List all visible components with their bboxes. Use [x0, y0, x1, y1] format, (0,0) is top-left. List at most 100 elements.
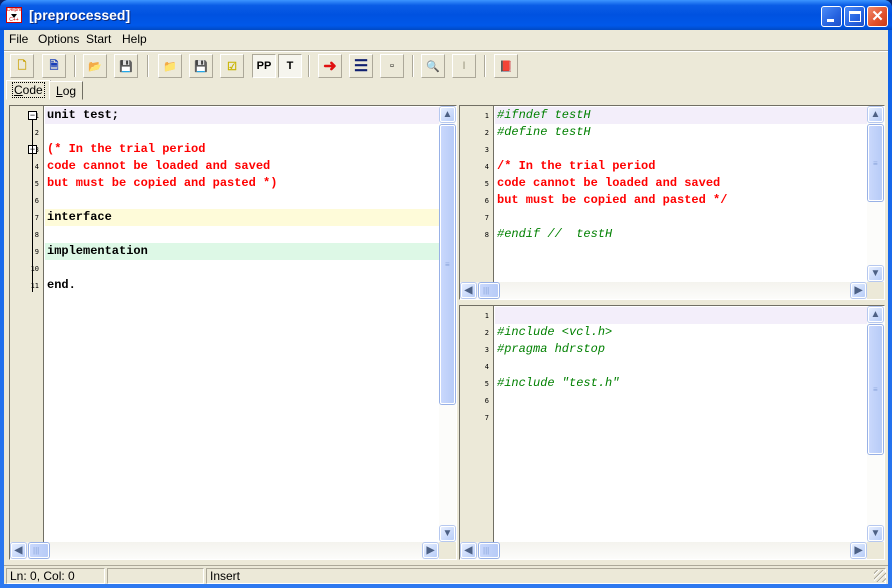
code-line[interactable]: /* In the trial period — [495, 158, 867, 175]
run-button[interactable]: ➜ — [318, 54, 342, 78]
pp-toggle-button[interactable]: PP — [252, 54, 276, 78]
tab-log[interactable]: Log — [49, 81, 84, 100]
vertical-scrollbar[interactable]: ▲ ≡ ▼ — [867, 106, 884, 282]
code-line[interactable] — [495, 358, 867, 375]
code-line[interactable] — [495, 141, 867, 158]
scroll-up-button[interactable]: ▲ — [868, 307, 883, 322]
code-line[interactable]: #pragma hdrstop — [495, 341, 867, 358]
save-button[interactable]: 💾 — [189, 54, 213, 78]
code-line[interactable]: but must be copied and pasted */ — [495, 192, 867, 209]
new-button[interactable]: 🗋 — [10, 54, 34, 78]
close-button[interactable]: ✕ — [867, 6, 888, 27]
code-line[interactable] — [45, 192, 439, 209]
code-line[interactable] — [45, 260, 439, 277]
chevron-right-icon: ▶ — [854, 285, 863, 296]
code-area[interactable]: #include <vcl.h> #pragma hdrstop #include … — [495, 306, 867, 542]
pascal-editor[interactable]: 1234567891011−− unit test;(* In the tria… — [9, 105, 457, 560]
minimize-button[interactable] — [821, 6, 842, 27]
vertical-scrollbar[interactable]: ▲ ≡ ▼ — [439, 106, 456, 542]
grip-icon: ||| — [483, 546, 490, 555]
menu-start[interactable]: Start — [86, 32, 111, 46]
menu-help[interactable]: Help — [122, 32, 147, 46]
grip-icon: ||| — [33, 546, 40, 555]
code-line[interactable] — [495, 209, 867, 226]
code-area[interactable]: unit test; (* In the trial period code can… — [45, 106, 439, 542]
help-button[interactable]: 📕 — [494, 54, 518, 78]
scroll-up-button[interactable]: ▲ — [440, 107, 455, 122]
code-line[interactable]: unit test; — [45, 107, 439, 124]
header-editor[interactable]: 1 2 3 4 5 6 7 8 #ifndef testH #define testH /* In… — [459, 105, 885, 300]
t-toggle-button[interactable]: T — [278, 54, 302, 78]
vertical-scroll-thumb[interactable]: ≡ — [440, 125, 455, 404]
menu-bar: File Options Start Help — [4, 30, 888, 49]
code-line[interactable] — [495, 392, 867, 409]
save-icon: 💾 — [194, 60, 208, 73]
horizontal-scroll-thumb[interactable]: ||| — [479, 283, 499, 298]
open-button[interactable]: 📂 — [83, 54, 107, 78]
new-from-template-button[interactable]: 🗎 — [42, 54, 66, 78]
code-area[interactable]: #ifndef testH #define testH /* In the tria… — [495, 106, 867, 282]
fold-toggle-icon[interactable]: − — [28, 111, 37, 120]
code-line[interactable]: code cannot be loaded and saved — [45, 158, 439, 175]
small-square-button[interactable]: ▫ — [380, 54, 404, 78]
tab-code[interactable]: Code — [6, 80, 51, 100]
code-line[interactable]: #define testH — [495, 124, 867, 141]
scroll-left-button[interactable]: ◀ — [11, 543, 26, 558]
line-number-gutter: 1 2 3 4 5 6 7 8 — [460, 106, 494, 299]
check-button[interactable]: ☑ — [220, 54, 244, 78]
code-line[interactable]: interface — [45, 209, 439, 226]
line-number: 4 — [34, 163, 39, 171]
scroll-down-button[interactable]: ▼ — [440, 526, 455, 541]
code-line[interactable] — [495, 307, 867, 324]
vertical-scroll-thumb[interactable]: ≡ — [868, 125, 883, 201]
scroll-up-button[interactable]: ▲ — [868, 107, 883, 122]
open-project-button[interactable]: 📁 — [158, 54, 182, 78]
scroll-down-button[interactable]: ▼ — [868, 526, 883, 541]
code-line[interactable]: #include "test.h" — [495, 375, 867, 392]
list-button[interactable]: ☰ — [349, 54, 373, 78]
code-line[interactable]: #endif // testH — [495, 226, 867, 243]
run-arrow-icon: ➜ — [323, 58, 337, 75]
preview-button[interactable]: 🔍 — [421, 54, 445, 78]
scroll-left-button[interactable]: ◀ — [461, 283, 476, 298]
line-number: 6 — [484, 397, 489, 405]
code-line[interactable] — [495, 409, 867, 426]
scroll-right-button[interactable]: ▶ — [851, 283, 866, 298]
code-line[interactable]: implementation — [45, 243, 439, 260]
chevron-left-icon: ◀ — [14, 545, 23, 556]
line-number: 2 — [34, 129, 39, 137]
source-editor[interactable]: 1234567 #include <vcl.h> #pragma hdrstop #… — [459, 305, 885, 560]
code-line[interactable]: #include <vcl.h> — [495, 324, 867, 341]
horizontal-scroll-thumb[interactable]: ||| — [29, 543, 49, 558]
horizontal-scrollbar[interactable]: ◀ ||| ▶ — [460, 282, 867, 299]
code-line[interactable]: (* In the trial period — [45, 141, 439, 158]
line-number: 5 — [484, 180, 489, 188]
resize-grip[interactable] — [874, 570, 886, 582]
vertical-scrollbar[interactable]: ▲ ≡ ▼ — [867, 306, 884, 542]
menu-options[interactable]: Options — [38, 32, 79, 46]
toolbar-separator — [308, 55, 310, 77]
chevron-right-icon: ▶ — [854, 545, 863, 556]
vertical-scroll-thumb[interactable]: ≡ — [868, 325, 883, 454]
scroll-right-button[interactable]: ▶ — [423, 543, 438, 558]
menu-file[interactable]: File — [9, 32, 28, 46]
scroll-left-button[interactable]: ◀ — [461, 543, 476, 558]
title-bar[interactable]: Delphi C++ [preprocessed] ✕ — [0, 0, 892, 30]
code-line[interactable] — [45, 124, 439, 141]
disabled-button[interactable]: I — [452, 54, 476, 78]
scroll-down-button[interactable]: ▼ — [868, 266, 883, 281]
code-line[interactable]: #ifndef testH — [495, 107, 867, 124]
line-number: 8 — [34, 231, 39, 239]
tab-log-label: Log — [56, 84, 77, 98]
chevron-up-icon: ▲ — [870, 109, 881, 120]
horizontal-scroll-thumb[interactable]: ||| — [479, 543, 499, 558]
save-as-button[interactable]: 💾 — [114, 54, 138, 78]
code-line[interactable]: end. — [45, 277, 439, 294]
code-line[interactable]: code cannot be loaded and saved — [495, 175, 867, 192]
scroll-right-button[interactable]: ▶ — [851, 543, 866, 558]
horizontal-scrollbar[interactable]: ◀ ||| ▶ — [10, 542, 439, 559]
code-line[interactable] — [45, 226, 439, 243]
maximize-button[interactable] — [844, 6, 865, 27]
horizontal-scrollbar[interactable]: ◀ ||| ▶ — [460, 542, 867, 559]
code-line[interactable]: but must be copied and pasted *) — [45, 175, 439, 192]
